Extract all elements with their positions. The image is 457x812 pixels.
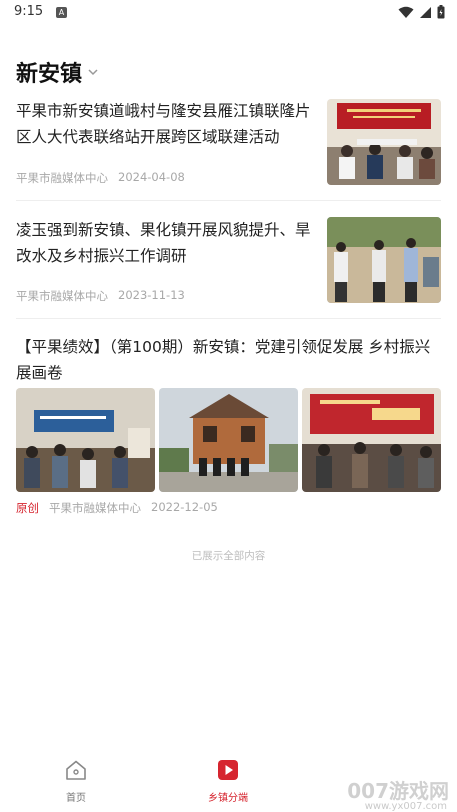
news-source: 平果市融媒体中心 [49, 501, 141, 515]
a-badge-icon: A [56, 7, 67, 18]
original-badge: 原创 [16, 501, 39, 515]
nav-town[interactable]: 乡镇分端 [178, 758, 278, 804]
news-date: 2024-04-08 [118, 170, 185, 184]
status-time: 9:15 [14, 4, 44, 19]
nav-home[interactable]: 首页 [26, 758, 126, 804]
news-meta: 平果市融媒体中心 2023-11-13 [16, 288, 185, 304]
divider [16, 318, 441, 319]
watermark-logo: 007游戏网 [347, 779, 449, 803]
news-meta: 原创 平果市融媒体中心 2022-12-05 [16, 500, 218, 516]
news-date: 2022-12-05 [151, 500, 218, 514]
watermark-url: www.yx007.com [364, 801, 447, 812]
news-image-2[interactable] [159, 388, 298, 492]
town-selector[interactable]: 新安镇 [16, 56, 100, 88]
news-thumbnail-2[interactable] [327, 217, 441, 303]
chevron-down-icon [88, 69, 98, 76]
divider [16, 200, 441, 201]
news-source: 平果市融媒体中心 [16, 171, 108, 185]
home-icon [66, 760, 86, 780]
news-source: 平果市融媒体中心 [16, 289, 108, 303]
play-tab-icon [218, 760, 238, 780]
wifi-icon [398, 6, 414, 18]
page-title: 新安镇 [16, 62, 83, 87]
news-image-3[interactable] [302, 388, 441, 492]
news-meta: 平果市融媒体中心 2024-04-08 [16, 170, 185, 186]
nav-town-label: 乡镇分端 [208, 793, 248, 804]
news-title: 【平果绩效】（第100期）新安镇：党建引领促发展 乡村振兴展画卷 [16, 338, 431, 382]
news-image-1[interactable] [16, 388, 155, 492]
news-title: 平果市新安镇道峨村与隆安县雁江镇联隆片区人大代表联络站开展跨区域联建活动 [16, 102, 311, 146]
nav-home-label: 首页 [66, 793, 86, 804]
status-icons [398, 5, 445, 19]
news-date: 2023-11-13 [118, 288, 185, 302]
status-bar: 9:15 A [0, 0, 457, 26]
battery-icon [437, 5, 445, 19]
news-title: 凌玉强到新安镇、果化镇开展风貌提升、旱改水及乡村振兴工作调研 [16, 221, 311, 265]
end-of-list-text: 已展示全部内容 [191, 550, 266, 562]
cell-signal-icon [420, 6, 431, 18]
news-thumbnail-1[interactable] [327, 99, 441, 185]
